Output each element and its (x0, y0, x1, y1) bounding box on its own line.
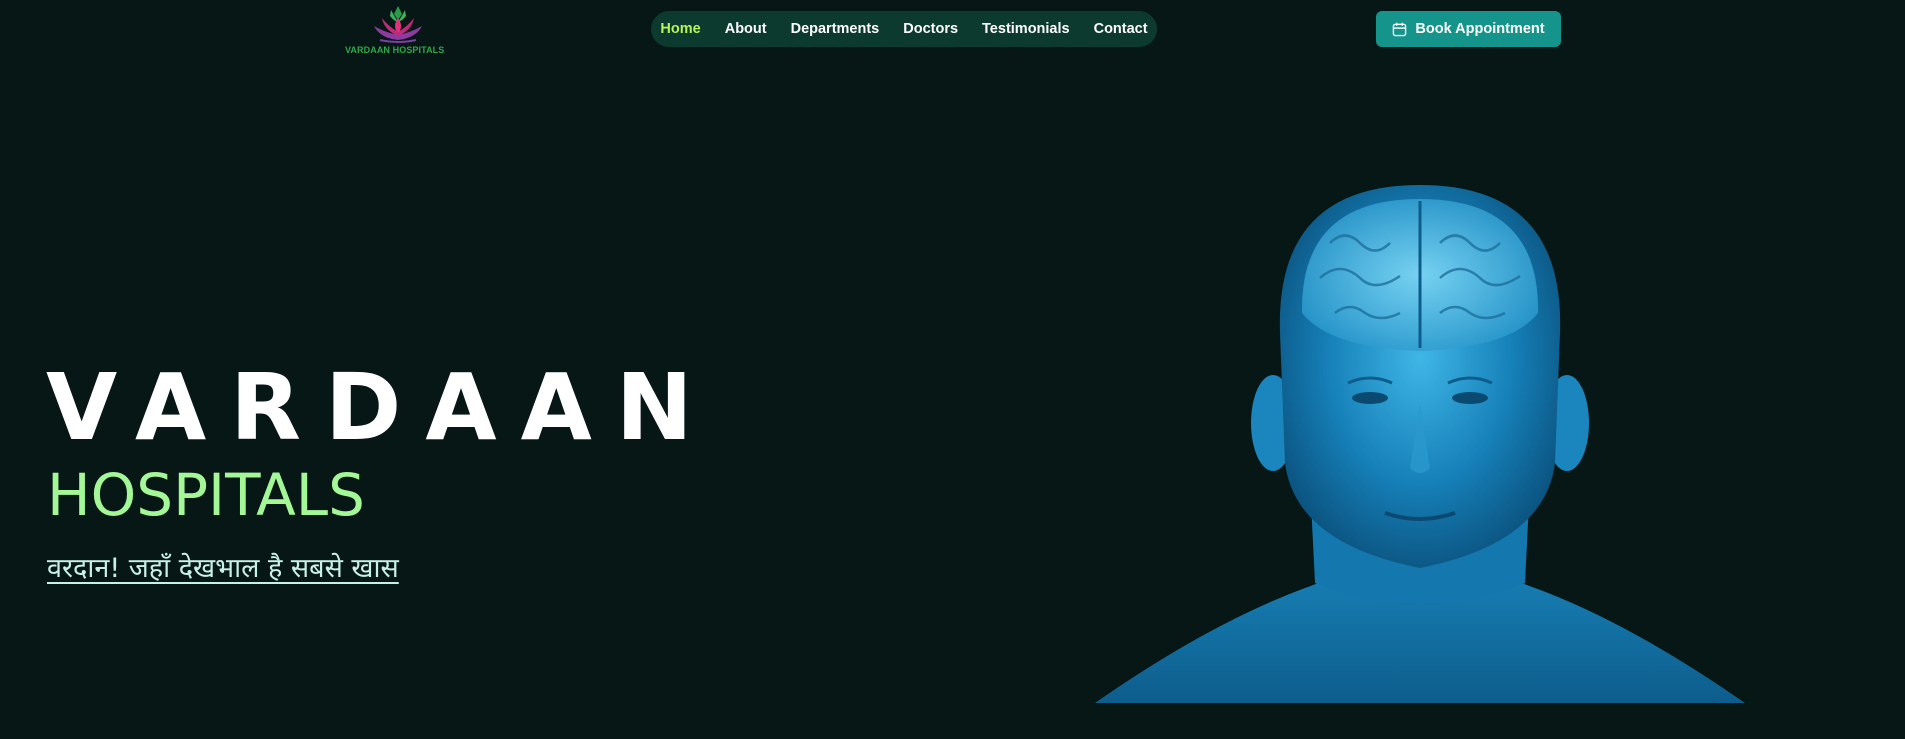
hero-title: VARDAAN (46, 354, 717, 461)
hero-tagline: वरदान! जहाँ देखभाल है सबसे खास (47, 553, 399, 584)
lotus-logo-icon (374, 6, 422, 43)
nav-doctors[interactable]: Doctors (903, 21, 958, 37)
nav-about[interactable]: About (725, 21, 767, 37)
hero-subtitle: HOSPITALS (47, 461, 365, 529)
nav-departments[interactable]: Departments (791, 21, 880, 37)
nav-home[interactable]: Home (660, 21, 700, 37)
nav-contact[interactable]: Contact (1094, 21, 1148, 37)
hero-head-image (1095, 185, 1745, 703)
main-nav: Home About Departments Doctors Testimoni… (651, 11, 1157, 47)
calendar-icon (1393, 22, 1407, 36)
logo-text: VARDAAN HOSPITALS (345, 45, 445, 55)
nav-testimonials[interactable]: Testimonials (982, 21, 1070, 37)
logo[interactable]: VARDAAN HOSPITALS (341, 4, 451, 56)
book-appointment-label: Book Appointment (1415, 21, 1545, 37)
book-appointment-button[interactable]: Book Appointment (1376, 11, 1561, 47)
